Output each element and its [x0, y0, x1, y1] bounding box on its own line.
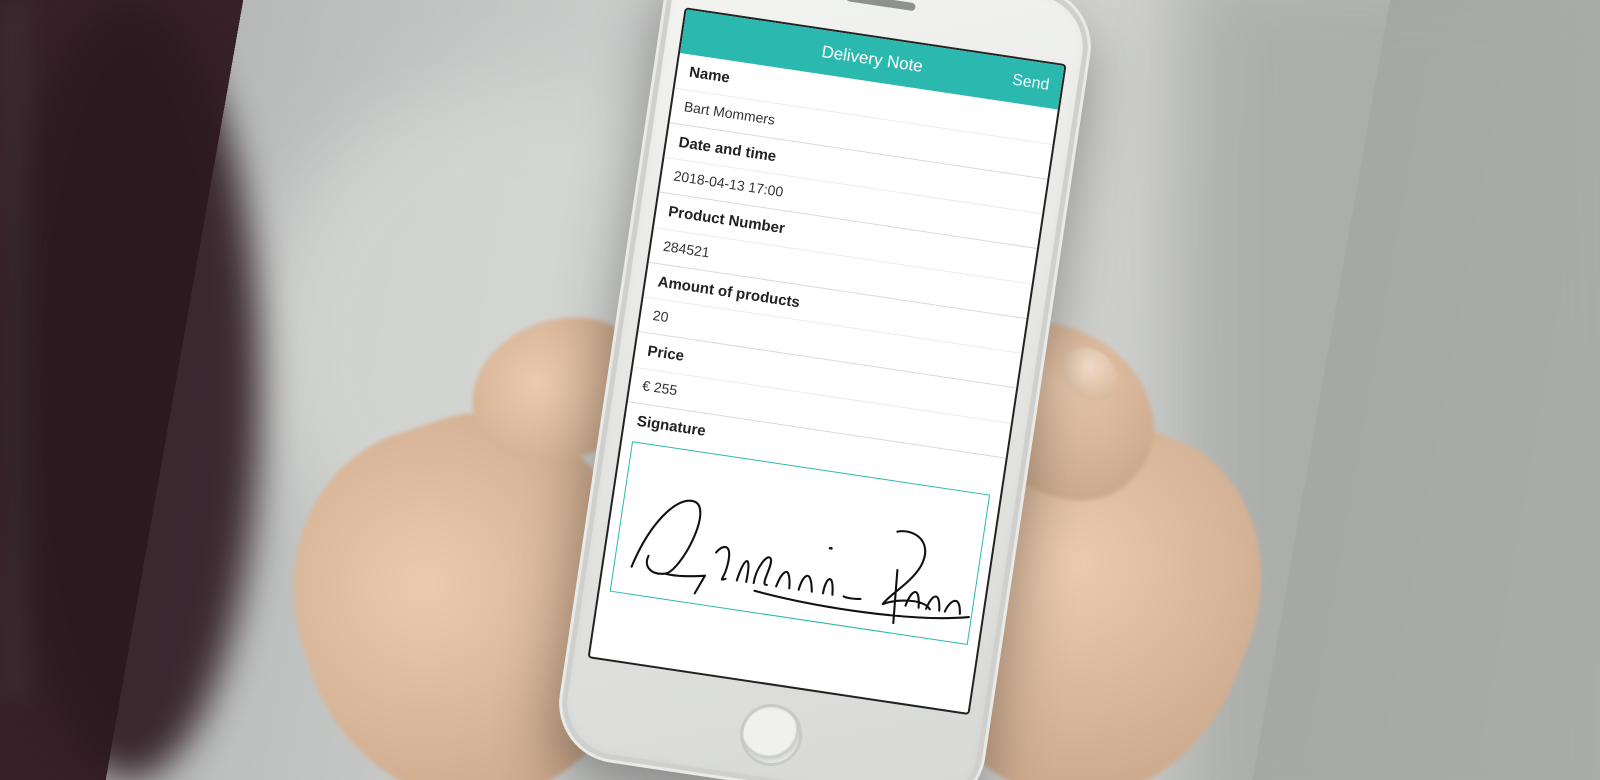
scene-photo-background: Delivery Note Send Name Bart Mommers Dat… — [0, 0, 1600, 780]
navbar-title: Delivery Note — [820, 42, 924, 77]
phone-home-button[interactable] — [736, 700, 806, 770]
bg-door-edge — [0, 0, 30, 700]
delivery-form: Name Bart Mommers Date and time 2018-04-… — [600, 53, 1058, 646]
bg-doorframe — [1180, 0, 1600, 780]
phone-earpiece — [846, 0, 916, 11]
bg-shoulder — [0, 0, 260, 780]
app-screen: Delivery Note Send Name Bart Mommers Dat… — [588, 7, 1067, 715]
signature-drawing — [612, 466, 986, 638]
send-button[interactable]: Send — [1009, 59, 1052, 108]
